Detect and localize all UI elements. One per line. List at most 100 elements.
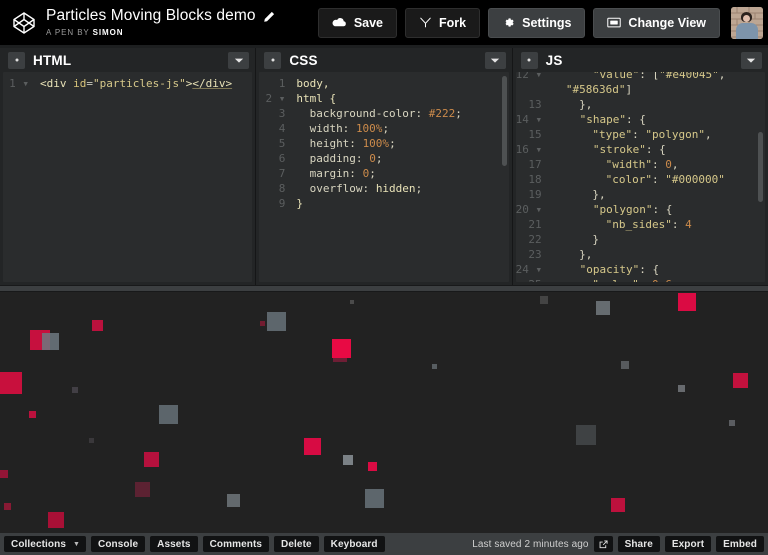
panel-html-header: HTML — [0, 48, 256, 72]
change-view-button[interactable]: Change View — [593, 7, 720, 38]
preview-pane[interactable] — [0, 292, 768, 534]
line-number: 3 — [278, 107, 286, 120]
footer-toolbar: Collections ▼ Console Assets Comments De… — [0, 533, 768, 555]
pencil-icon[interactable] — [263, 10, 275, 22]
gear-icon[interactable] — [264, 51, 282, 69]
code-text: } — [296, 197, 303, 210]
particle-block — [29, 411, 36, 418]
saved-status: Last saved 2 minutes ago — [472, 538, 589, 550]
line-number: 9 — [278, 197, 286, 210]
particle-block — [135, 482, 150, 497]
assets-button[interactable]: Assets — [150, 536, 198, 552]
code-text: } — [552, 233, 600, 246]
line-number: 4 — [278, 122, 286, 135]
particle-block — [678, 385, 685, 392]
scrollbar-vertical[interactable] — [501, 76, 507, 166]
code-line: 7 margin: 0; — [259, 166, 508, 181]
particle-block — [304, 438, 321, 455]
line-number: 21 — [528, 218, 542, 231]
console-button[interactable]: Console — [91, 536, 146, 552]
particle-block — [432, 364, 437, 369]
line-number: 1 — [278, 77, 286, 90]
delete-button[interactable]: Delete — [274, 536, 319, 552]
code-text: <div id="particles-js"></div> — [40, 77, 233, 90]
code-text: }, — [552, 248, 593, 261]
settings-button[interactable]: Settings — [488, 7, 586, 38]
chevron-down-icon[interactable] — [484, 51, 506, 69]
comments-button[interactable]: Comments — [202, 536, 270, 552]
code-line: 24 ▾ "opacity": { — [516, 262, 765, 277]
code-line: 23 }, — [516, 247, 765, 262]
code-text: "nb_sides": 4 — [552, 218, 692, 231]
collections-select[interactable]: Collections ▼ — [4, 536, 86, 552]
particle-block — [260, 321, 265, 326]
codepen-editor: Particles Moving Blocks demo A PEN BY Si… — [0, 0, 768, 555]
preview-resize-handle[interactable] — [0, 285, 768, 292]
gear-icon[interactable] — [520, 51, 538, 69]
code-line: 9} — [259, 196, 508, 211]
line-number: 24 ▾ — [515, 263, 543, 276]
particle-block — [678, 293, 696, 311]
code-line: 6 padding: 0; — [259, 151, 508, 166]
code-text: "value": 0.6 — [546, 277, 765, 282]
code-line: 15 "type": "polygon", — [516, 127, 765, 142]
byline-author[interactable]: Simon — [93, 28, 124, 37]
particle-block — [42, 333, 59, 350]
code-text: overflow: hidden; — [296, 182, 423, 195]
change-view-label: Change View — [628, 15, 706, 30]
code-line: "#58636d"] — [516, 82, 765, 97]
line-number: 19 — [528, 188, 542, 201]
particle-block — [92, 320, 103, 331]
code-editor-js[interactable]: 12 ▾ "value": ["#e40045", "#58636d"] 13 }… — [515, 72, 765, 282]
particle-block — [332, 339, 351, 358]
code-text: "stroke": { — [553, 143, 666, 156]
collections-label: Collections — [11, 538, 66, 550]
code-editor-html[interactable]: 1 ▾ <div id="particles-js"></div> — [3, 72, 253, 282]
line-number: 8 — [278, 182, 286, 195]
caret-down-icon: ▼ — [72, 540, 80, 548]
code-line: 5 height: 100%; — [259, 136, 508, 151]
code-text: "width": 0, — [552, 158, 679, 171]
particle-block — [343, 455, 353, 465]
panel-js: JS 12 ▾ "value": ["#e40045", "#58636d"] 1… — [512, 48, 768, 285]
code-line: 13 }, — [516, 97, 765, 112]
particle-block — [596, 301, 610, 315]
chevron-down-icon[interactable] — [228, 51, 250, 69]
particle-block — [0, 372, 22, 394]
gear-icon[interactable] — [8, 51, 25, 69]
layout-icon — [607, 17, 622, 28]
code-text: "shape": { — [553, 113, 646, 126]
code-line: 1 ▾ <div id="particles-js"></div> — [3, 76, 252, 91]
chevron-down-icon[interactable] — [740, 51, 762, 69]
code-text: background-color: #222; — [296, 107, 462, 120]
code-text: "opacity": { — [553, 263, 660, 276]
particle-block — [267, 312, 286, 331]
code-text: "polygon": { — [553, 203, 673, 216]
codepen-logo-icon[interactable] — [12, 11, 36, 35]
fork-button[interactable]: Fork — [405, 7, 481, 38]
particle-block — [729, 420, 735, 426]
keyboard-button[interactable]: Keyboard — [323, 536, 385, 552]
code-line: 1 body, — [259, 76, 508, 91]
code-line: 17 "width": 0, — [516, 157, 765, 172]
line-number: 6 — [278, 152, 286, 165]
particle-block — [144, 452, 159, 467]
line-number: 18 — [528, 173, 542, 186]
line-number: 2 ▾ — [265, 92, 286, 105]
code-editor-css[interactable]: 1 body, 2 ▾ html {3 background-color: #222;… — [259, 72, 509, 282]
avatar[interactable] — [731, 6, 763, 39]
save-label: Save — [353, 15, 384, 30]
line-number: 5 — [278, 137, 286, 150]
export-button[interactable]: Export — [664, 536, 712, 552]
code-text: "type": "polygon", — [552, 128, 712, 141]
embed-button[interactable]: Embed — [716, 536, 764, 552]
save-button[interactable]: Save — [317, 7, 398, 38]
code-text: margin: 0; — [296, 167, 376, 180]
fork-icon — [419, 17, 432, 28]
particle-block — [159, 405, 178, 424]
share-button[interactable]: Share — [617, 536, 660, 552]
scrollbar-vertical[interactable] — [757, 132, 763, 202]
line-number: 1 ▾ — [9, 77, 29, 90]
byline-prefix: A PEN BY — [46, 28, 90, 37]
external-link-icon[interactable] — [593, 536, 613, 552]
